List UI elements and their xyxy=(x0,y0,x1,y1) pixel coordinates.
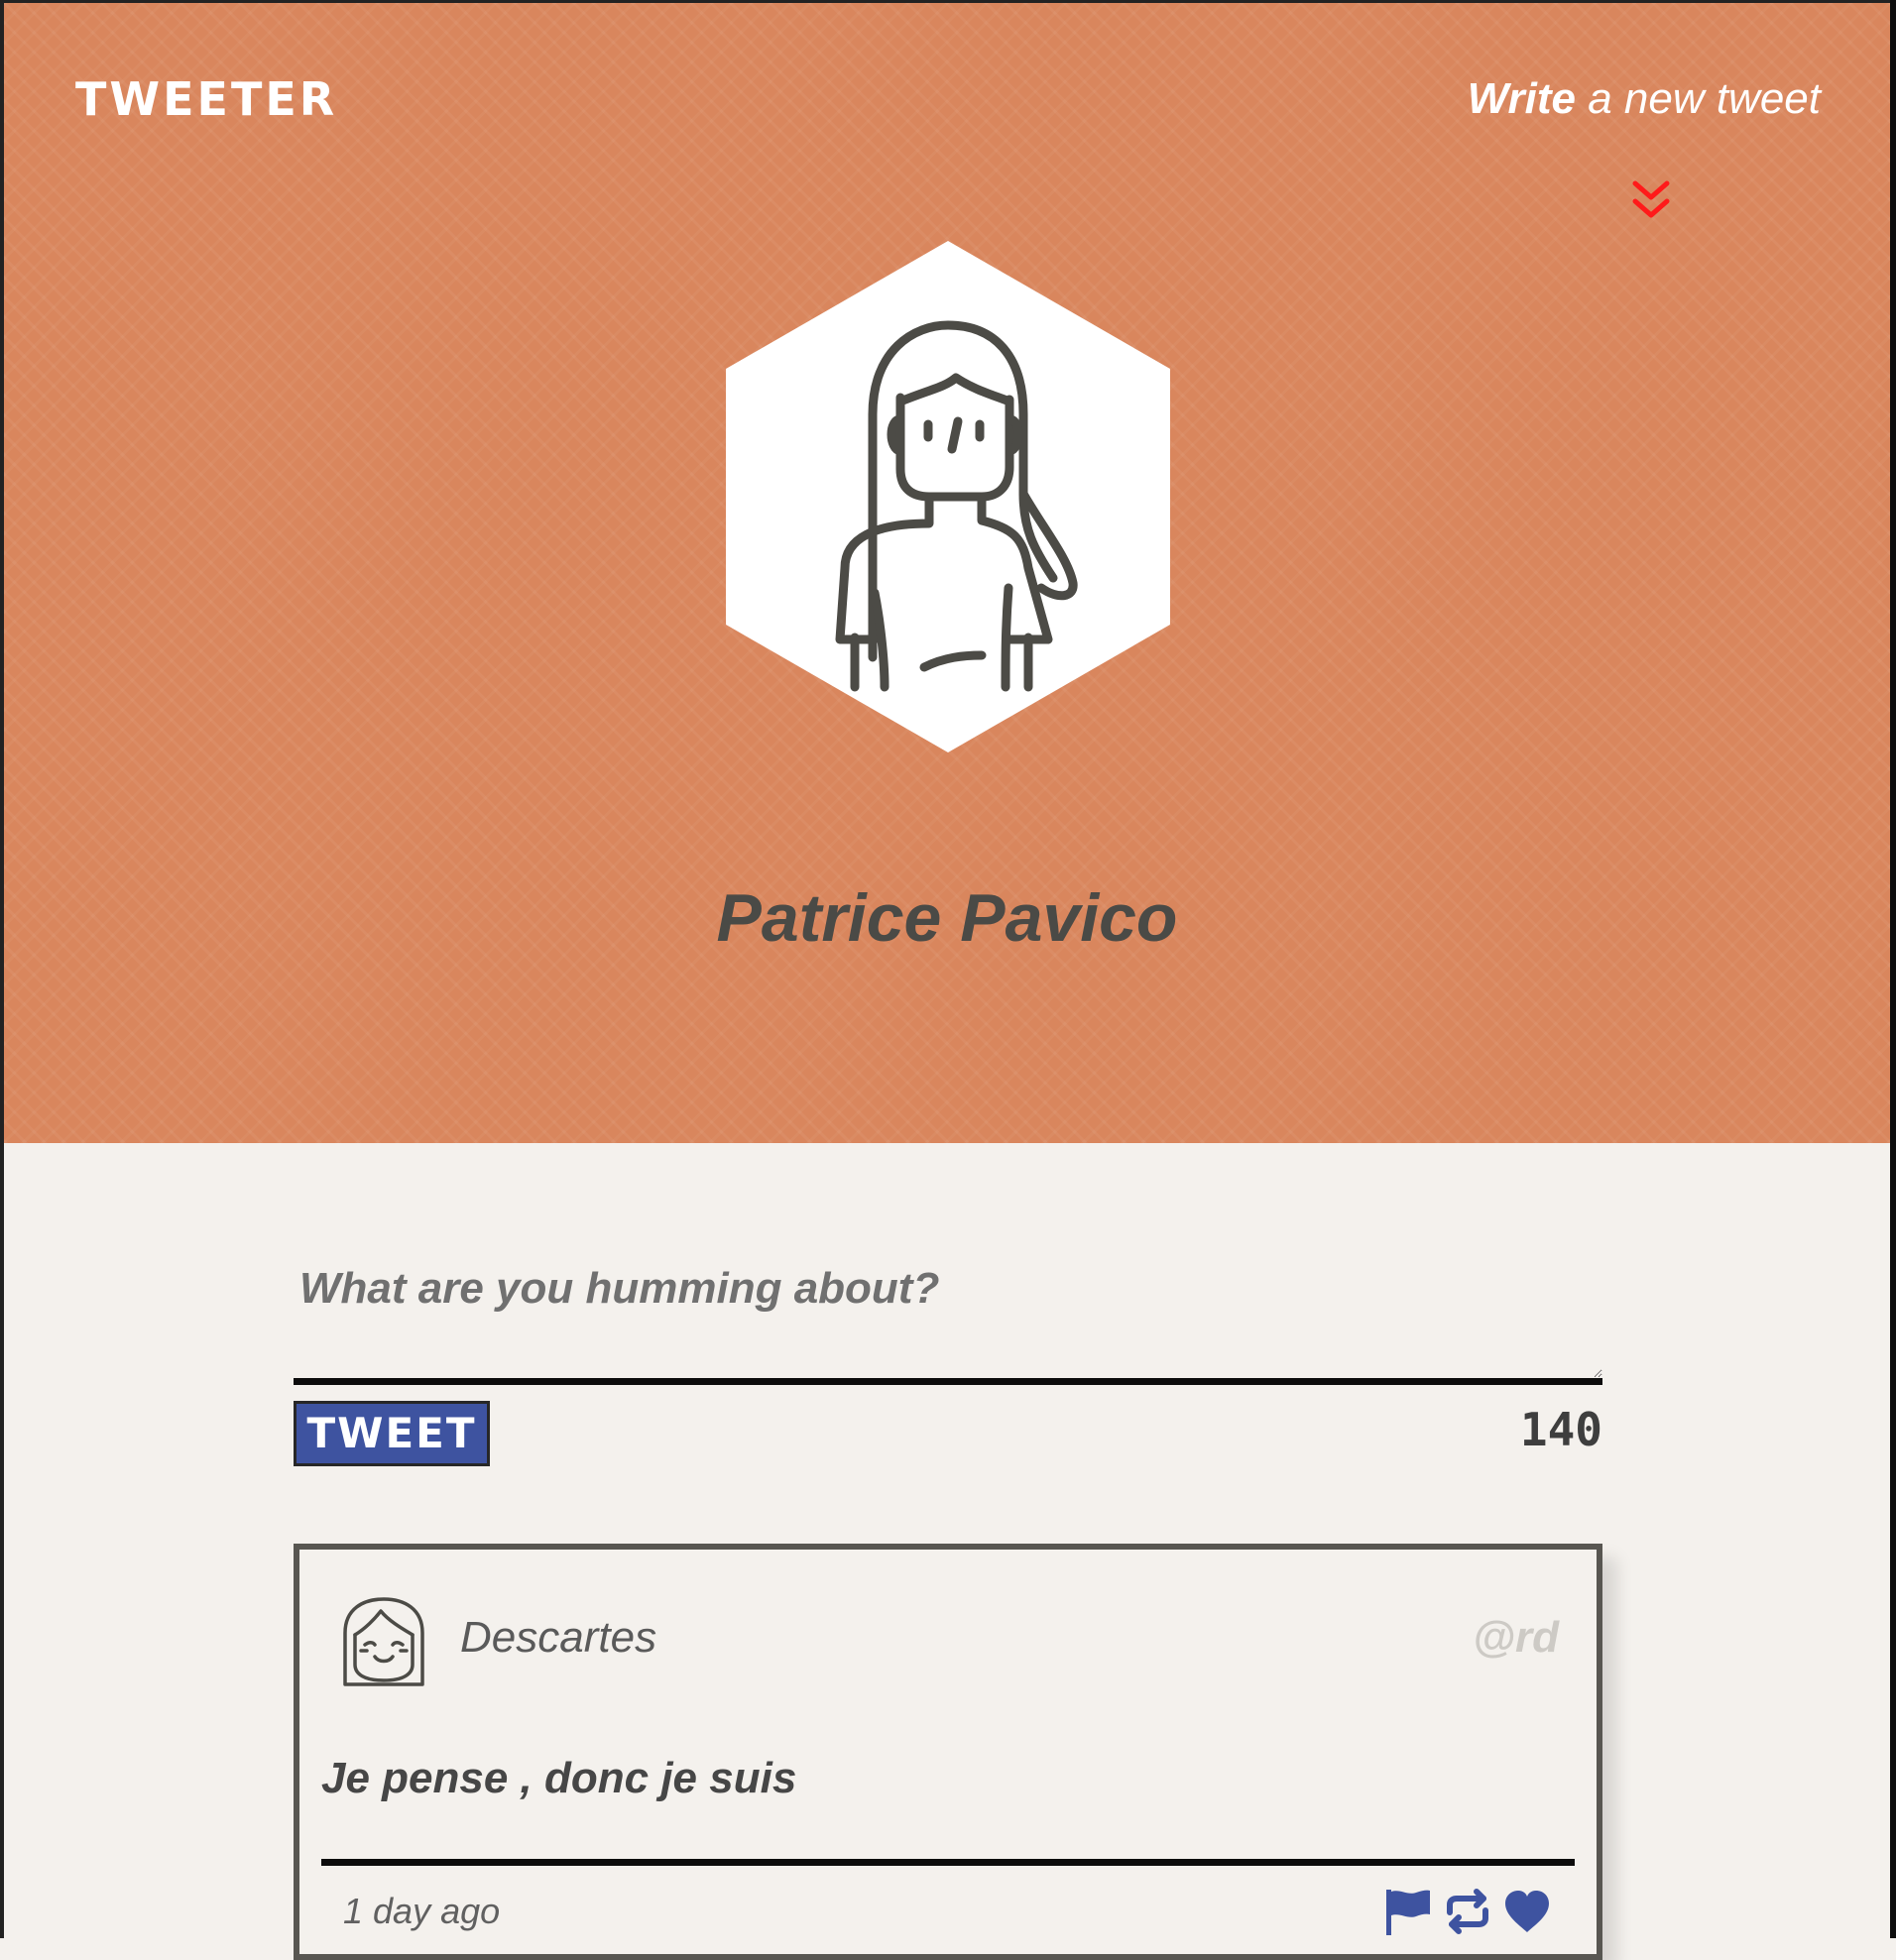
window-edge xyxy=(1890,0,1896,1938)
compose-toggle-rest: a new tweet xyxy=(1588,74,1821,123)
flag-icon[interactable] xyxy=(1382,1887,1434,1936)
girl-avatar-icon xyxy=(343,1597,424,1686)
tweet-card: Descartes @rd Je pense , donc je suis 1 … xyxy=(294,1544,1602,1960)
heart-icon[interactable] xyxy=(1501,1887,1553,1936)
write-new-tweet-toggle[interactable]: Write a new tweet xyxy=(1468,74,1821,124)
char-counter: 140 xyxy=(1519,1403,1602,1456)
compose-form: TWEET 140 xyxy=(294,1254,1602,1466)
tweet-text-input[interactable] xyxy=(294,1254,1602,1385)
tweet-author-handle[interactable]: @rd xyxy=(1473,1613,1559,1663)
tweet-text: Je pense , donc je suis xyxy=(321,1754,797,1802)
compose-toggle-strong: Write xyxy=(1467,74,1576,123)
hexagon-avatar-icon xyxy=(726,241,1170,752)
profile-user-name: Patrice Pavico xyxy=(716,880,1178,956)
tweet-author-name[interactable]: Descartes xyxy=(460,1613,656,1663)
tweet-timestamp: 1 day ago xyxy=(343,1891,501,1931)
retweet-icon[interactable] xyxy=(1442,1887,1493,1936)
tweet-divider xyxy=(321,1859,1575,1866)
tweet-submit-button[interactable]: TWEET xyxy=(294,1401,490,1466)
tweet-actions xyxy=(1382,1887,1553,1936)
double-chevron-down-icon[interactable] xyxy=(1627,177,1675,225)
profile-header: TWEETER Write a new tweet Patrice Pavico xyxy=(4,3,1890,1143)
brand-logo[interactable]: TWEETER xyxy=(75,72,337,126)
